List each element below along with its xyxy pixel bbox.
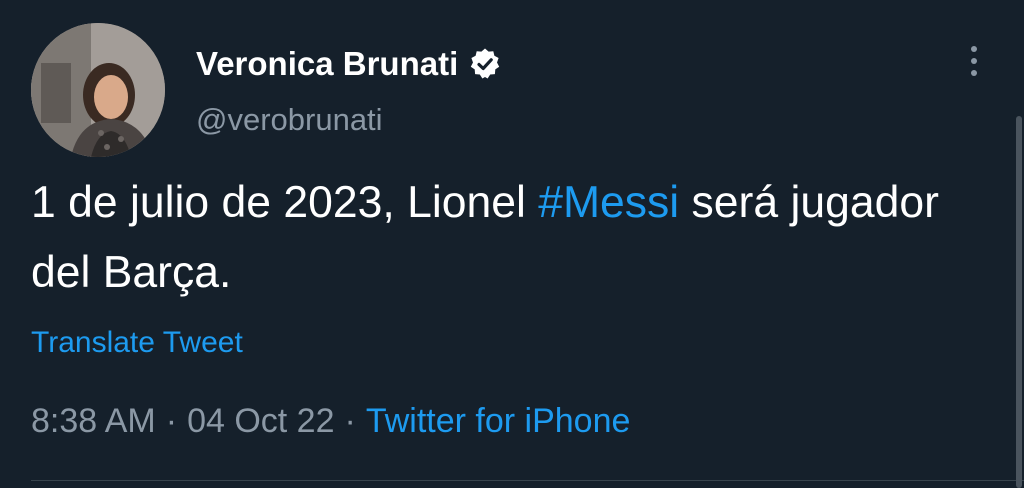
tweet-text-start: 1 de julio de 2023, Lionel (31, 178, 539, 227)
tweet-card: Veronica Brunati @verobrunati 1 de julio… (0, 0, 1024, 488)
avatar-image (31, 23, 165, 157)
author-display-name[interactable]: Veronica Brunati (196, 45, 458, 83)
translate-tweet-link[interactable]: Translate Tweet (31, 326, 243, 360)
tweet-time[interactable]: 8:38 AM (31, 402, 156, 440)
verified-badge-icon (468, 47, 502, 81)
hashtag-link[interactable]: #Messi (538, 178, 679, 227)
tweet-source-link[interactable]: Twitter for iPhone (366, 402, 631, 440)
more-options-icon[interactable] (962, 44, 986, 82)
author-avatar[interactable] (31, 23, 165, 157)
meta-separator: · (344, 402, 356, 440)
tweet-metadata: 8:38 AM · 04 Oct 22 · Twitter for iPhone (31, 402, 630, 441)
meta-separator: · (165, 402, 178, 440)
divider (31, 480, 1024, 481)
scrollbar[interactable] (1016, 116, 1022, 488)
author-name-row: Veronica Brunati (196, 44, 502, 84)
tweet-text: 1 de julio de 2023, Lionel #Messi será j… (31, 168, 1001, 308)
author-handle[interactable]: @verobrunati (196, 102, 383, 138)
tweet-date[interactable]: 04 Oct 22 (187, 402, 334, 440)
